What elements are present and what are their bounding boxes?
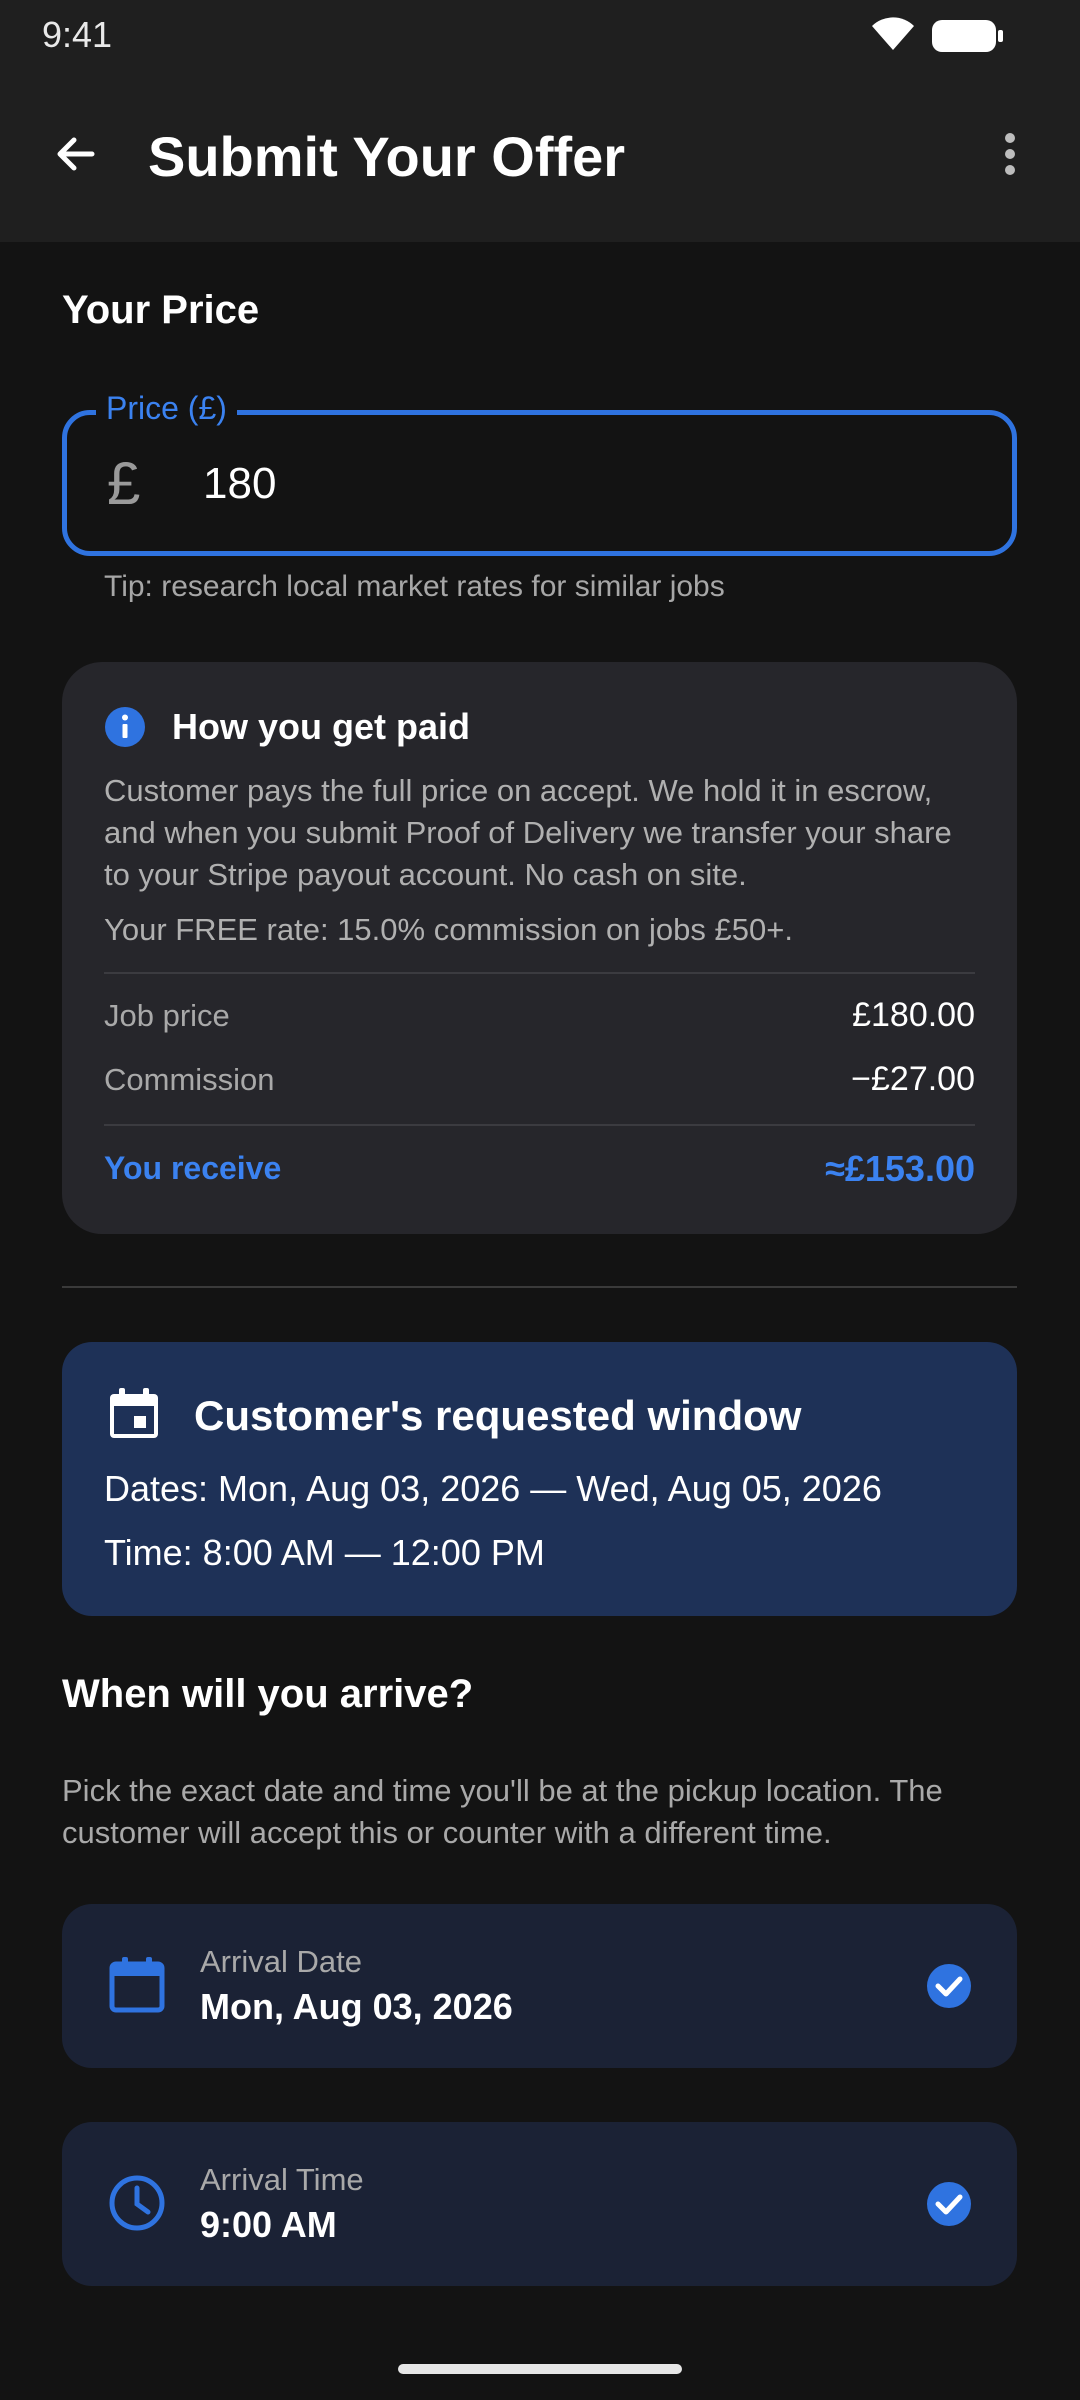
divider xyxy=(104,1124,975,1126)
requested-window-time: Time: 8:00 AM — 12:00 PM xyxy=(104,1532,545,1573)
payment-info-card: How you get paid Customer pays the full … xyxy=(62,662,1017,1234)
home-indicator[interactable] xyxy=(398,2364,682,2374)
arrival-time-label: Arrival Time xyxy=(200,2162,364,2197)
price-field-label: Price (£) xyxy=(96,390,237,427)
job-price-value: £180.00 xyxy=(852,996,975,1034)
arrival-date-picker[interactable]: Arrival Date Mon, Aug 03, 2026 xyxy=(62,1904,1017,2068)
more-vertical-icon xyxy=(1005,133,1015,175)
arrival-date-value: Mon, Aug 03, 2026 xyxy=(200,1986,513,2027)
commission-rate-text: Your FREE rate: 15.0% commission on jobs… xyxy=(104,912,793,947)
price-tip: Tip: research local market rates for sim… xyxy=(104,570,725,603)
calendar-icon xyxy=(110,1388,158,1438)
arrival-time-picker[interactable]: Arrival Time 9:00 AM xyxy=(62,2122,1017,2286)
requested-window-dates: Dates: Mon, Aug 03, 2026 — Wed, Aug 05, … xyxy=(104,1468,882,1509)
job-price-label: Job price xyxy=(104,998,230,1033)
clock-icon xyxy=(109,2175,165,2231)
requested-window-title: Customer's requested window xyxy=(194,1392,802,1439)
commission-label: Commission xyxy=(104,1062,275,1097)
section-divider xyxy=(62,1286,1017,1288)
divider xyxy=(104,972,975,974)
wifi-icon xyxy=(872,17,914,50)
check-circle-icon xyxy=(927,1964,971,2008)
price-section-title: Your Price xyxy=(62,288,260,332)
receive-value: ≈£153.00 xyxy=(825,1148,975,1189)
payment-info-description: Customer pays the full price on accept. … xyxy=(104,773,952,892)
arrival-description: Pick the exact date and time you'll be a… xyxy=(62,1773,943,1850)
arrival-time-value: 9:00 AM xyxy=(200,2204,337,2245)
check-circle-icon xyxy=(927,2182,971,2226)
calendar-icon xyxy=(109,1957,165,2013)
arrow-left-icon xyxy=(57,137,95,171)
page-title: Submit Your Offer xyxy=(148,125,626,188)
back-button[interactable] xyxy=(36,114,116,194)
status-time: 9:41 xyxy=(42,14,113,55)
pound-icon: £ xyxy=(107,450,141,517)
price-input[interactable]: £ 180 xyxy=(62,410,1017,556)
more-options-button[interactable] xyxy=(980,114,1040,194)
status-bar: 9:41 xyxy=(0,0,1080,72)
arrival-date-label: Arrival Date xyxy=(200,1944,362,1979)
payment-info-title: How you get paid xyxy=(172,706,471,747)
receive-label: You receive xyxy=(104,1150,282,1186)
commission-value: −£27.00 xyxy=(851,1060,975,1098)
price-value[interactable]: 180 xyxy=(203,459,276,509)
battery-icon xyxy=(932,20,1003,52)
arrival-section-title: When will you arrive? xyxy=(62,1672,474,1716)
info-icon xyxy=(105,707,145,747)
requested-window-card: Customer's requested window Dates: Mon, … xyxy=(62,1342,1017,1616)
app-bar: Submit Your Offer xyxy=(0,72,1080,242)
